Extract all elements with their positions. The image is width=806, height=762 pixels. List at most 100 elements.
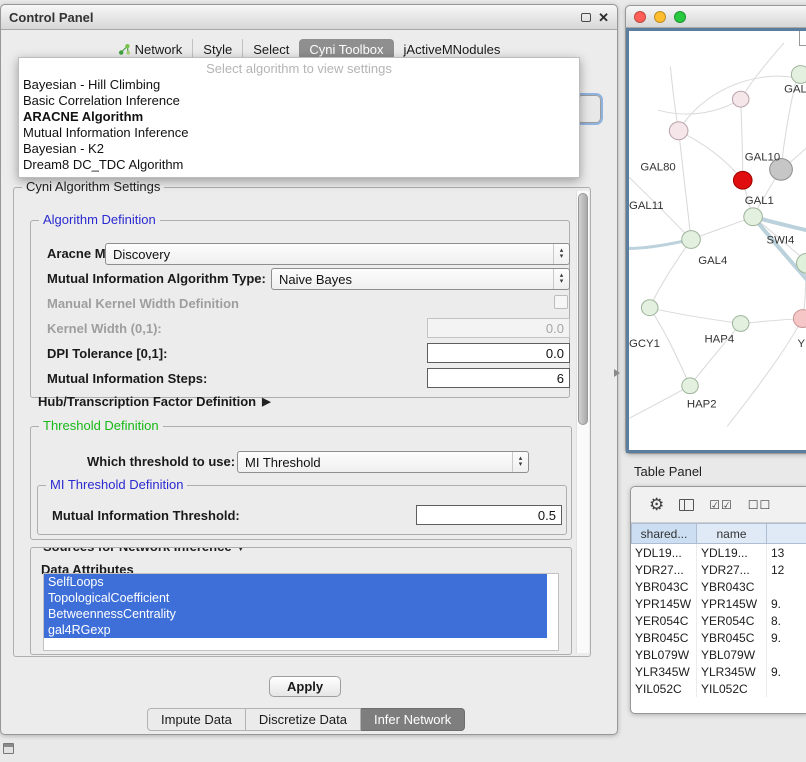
network-canvas[interactable]: GAL80GAL10GAL11GAL1SWI4GAL4GCY1HAP4HAP2G… <box>626 28 806 453</box>
close-icon[interactable]: ✕ <box>598 11 609 24</box>
attribute-item-selfloops[interactable]: SelfLoops <box>44 574 547 590</box>
algorithm-option-bayesian-hill-climbing[interactable]: Bayesian - Hill Climbing <box>19 77 579 93</box>
dpi-tolerance-input[interactable] <box>427 343 570 363</box>
table-row[interactable]: YER054CYER054C8. <box>631 612 806 629</box>
table-cell <box>767 578 806 595</box>
select-all-icon[interactable]: ☑☑ <box>709 498 733 512</box>
tab-label: jActiveMNodules <box>404 42 501 57</box>
network-edge[interactable] <box>691 217 753 240</box>
minimize-icon[interactable] <box>581 13 591 22</box>
algorithm-option-aracne-algorithm[interactable]: ARACNE Algorithm <box>19 109 579 125</box>
control-panel-titlebar[interactable]: Control Panel ✕ <box>1 5 617 30</box>
network-node[interactable] <box>744 208 763 226</box>
data-attributes-list[interactable]: SelfLoopsTopologicalCoefficientBetweenne… <box>43 573 559 651</box>
table-panel-title: Table Panel <box>634 464 702 479</box>
network-edge[interactable] <box>650 240 691 308</box>
attribute-item-betweennesscentrality[interactable]: BetweennessCentrality <box>44 606 547 622</box>
table-cell: YIL052C <box>697 680 767 697</box>
apply-button[interactable]: Apply <box>269 676 341 697</box>
node-label: SWI4 <box>767 235 795 247</box>
network-node[interactable] <box>669 122 688 140</box>
column-selector-icon[interactable] <box>679 499 694 511</box>
table-row[interactable]: YDL19...YDL19...13 <box>631 544 806 561</box>
column-header-name[interactable]: name <box>697 523 767 544</box>
column-header-shared[interactable]: shared... <box>631 523 697 544</box>
network-edge[interactable] <box>741 99 743 180</box>
expand-right-icon[interactable]: ▶ <box>262 395 270 408</box>
mi-type-label: Mutual Information Algorithm Type: <box>47 271 266 286</box>
minimize-window-icon[interactable] <box>654 11 666 23</box>
table-cell: YPR145W <box>631 595 697 612</box>
network-canvas-svg: GAL80GAL10GAL11GAL1SWI4GAL4GCY1HAP4HAP2G… <box>629 31 806 450</box>
node-label: GAL1 <box>745 195 774 207</box>
dropdown-placeholder: Select algorithm to view settings <box>19 60 579 77</box>
sources-group: Sources for Network Inference ▼ Data Att… <box>30 547 572 655</box>
network-edge[interactable] <box>679 131 691 240</box>
kernel-width-input[interactable] <box>427 318 570 338</box>
table-cell <box>767 680 806 697</box>
network-node[interactable] <box>682 378 699 394</box>
table-toolbar: ⚙ ☑☑ ☐☐ <box>631 487 806 523</box>
network-edge[interactable] <box>650 308 741 324</box>
table-row[interactable]: YLR345WYLR345W9. <box>631 663 806 680</box>
network-edge[interactable] <box>629 386 690 419</box>
aracne-mode-select[interactable]: Discovery ▴▾ <box>105 243 570 265</box>
network-node[interactable] <box>682 231 701 249</box>
network-node[interactable] <box>641 300 658 316</box>
tab-infer-network[interactable]: Infer Network <box>361 708 465 731</box>
network-edge[interactable] <box>727 319 802 427</box>
tab-impute-data[interactable]: Impute Data <box>147 708 246 731</box>
algorithm-option-dream8-dc-tdc-algorithm[interactable]: Dream8 DC_TDC Algorithm <box>19 157 579 173</box>
table-cell: YER054C <box>697 612 767 629</box>
restore-panel-icon[interactable] <box>3 743 14 754</box>
node-label: HAP4 <box>704 333 734 345</box>
network-titlebar[interactable] <box>626 6 806 28</box>
network-edge[interactable] <box>741 43 784 99</box>
close-window-icon[interactable] <box>634 11 646 23</box>
table-row[interactable]: YDR27...YDR27...12 <box>631 561 806 578</box>
table-row[interactable]: YBL079WYBL079W <box>631 646 806 663</box>
table-cell: YBL079W <box>631 646 697 663</box>
table-cell: YPR145W <box>697 595 767 612</box>
algorithm-option-basic-correlation-inference[interactable]: Basic Correlation Inference <box>19 93 579 109</box>
settings-scrollbar[interactable] <box>576 191 589 653</box>
algorithm-definition-group: Algorithm Definition Aracne Mode: Discov… <box>30 220 570 398</box>
table-row[interactable]: YBR045CYBR045C9. <box>631 629 806 646</box>
network-node[interactable] <box>793 310 806 328</box>
network-edge[interactable] <box>679 131 743 180</box>
table-cell: YBL079W <box>697 646 767 663</box>
table-row[interactable]: YIL052CYIL052C <box>631 680 806 697</box>
table-row[interactable]: YPR145WYPR145W9. <box>631 595 806 612</box>
which-threshold-select[interactable]: MI Threshold ▴▾ <box>237 451 529 473</box>
hub-definition-expander[interactable]: Hub/Transcription Factor Definition ▶ <box>38 394 271 409</box>
network-node[interactable] <box>732 91 749 107</box>
network-node[interactable] <box>733 171 752 189</box>
attribute-item-gal4rgexp[interactable]: gal4RGexp <box>44 622 547 638</box>
algorithm-option-bayesian-k2[interactable]: Bayesian - K2 <box>19 141 579 157</box>
table-row[interactable]: YBR043CYBR043C <box>631 578 806 595</box>
mi-type-select[interactable]: Naive Bayes ▴▾ <box>271 268 570 290</box>
combo-arrows-icon: ▴▾ <box>553 269 569 289</box>
algorithm-option-mutual-information-inference[interactable]: Mutual Information Inference <box>19 125 579 141</box>
expand-down-icon[interactable]: ▼ <box>235 547 246 554</box>
scrollbar-thumb[interactable] <box>578 193 588 425</box>
aracne-mode-value: Discovery <box>106 247 553 262</box>
deselect-all-icon[interactable]: ☐☐ <box>748 498 772 512</box>
attribute-item-topologicalcoefficient[interactable]: TopologicalCoefficient <box>44 590 547 606</box>
birdseye-toggle[interactable] <box>799 31 806 46</box>
network-node[interactable] <box>732 316 749 332</box>
which-threshold-label: Which threshold to use: <box>87 454 235 469</box>
network-edge[interactable] <box>670 67 678 131</box>
column-header-2[interactable] <box>767 523 806 544</box>
zoom-window-icon[interactable] <box>674 11 686 23</box>
mi-steps-input[interactable] <box>427 368 570 388</box>
manual-kernel-checkbox[interactable] <box>554 295 568 309</box>
network-edge[interactable] <box>658 99 741 114</box>
tab-discretize-data[interactable]: Discretize Data <box>246 708 361 731</box>
algorithm-definition-title: Algorithm Definition <box>39 212 160 227</box>
network-node[interactable] <box>791 66 806 84</box>
splitter-handle-icon[interactable] <box>614 369 620 377</box>
table-cell: 9. <box>767 595 806 612</box>
gear-icon[interactable]: ⚙ <box>649 496 664 513</box>
mi-threshold-input[interactable] <box>416 505 562 525</box>
